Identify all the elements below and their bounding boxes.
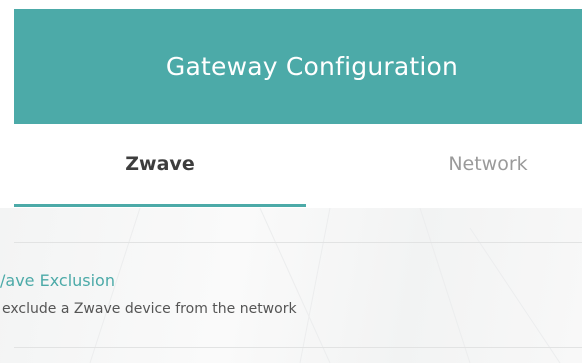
tab-bar: Zwave Network bbox=[14, 124, 582, 208]
zwave-exclusion-item[interactable]: /ave Exclusion exclude a Zwave device fr… bbox=[0, 243, 582, 347]
list-item-title: /ave Exclusion bbox=[0, 271, 115, 290]
app-header: Gateway Configuration bbox=[14, 9, 582, 124]
tab-zwave[interactable]: Zwave bbox=[14, 124, 306, 208]
page-title: Gateway Configuration bbox=[165, 52, 459, 81]
tab-network-label: Network bbox=[448, 153, 528, 175]
tab-zwave-label: Zwave bbox=[125, 153, 195, 175]
tab-network[interactable]: Network bbox=[394, 124, 582, 208]
screen: Gateway Configuration Zwave Network /ave… bbox=[0, 0, 582, 363]
list-item-description: exclude a Zwave device from the network bbox=[2, 301, 297, 317]
divider bbox=[14, 347, 582, 348]
active-tab-indicator bbox=[14, 204, 306, 207]
content-area[interactable]: /ave Exclusion exclude a Zwave device fr… bbox=[0, 208, 582, 363]
